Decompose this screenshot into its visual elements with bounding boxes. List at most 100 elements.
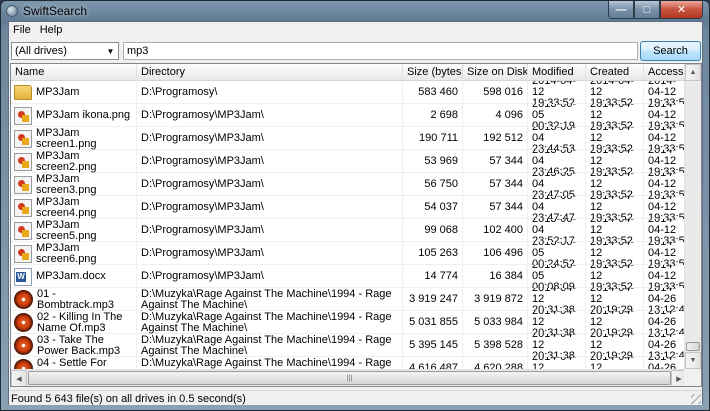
size-on-disk-cell: 5 398 528 <box>463 334 528 357</box>
search-button[interactable]: Search <box>640 41 701 61</box>
table-row[interactable]: MP3Jam D:\Programosy\ 583 460 598 016 2014-0… <box>11 81 688 104</box>
png-file-icon <box>14 198 32 217</box>
table-row[interactable]: 03 - Take The Power Back.mp3 D:\Muzyka\Ra… <box>11 334 688 357</box>
scroll-up-button[interactable]: ▲ <box>685 64 701 81</box>
size-on-disk-cell: 4 096 <box>463 104 528 127</box>
table-row[interactable]: MP3Jam.docx D:\Programosy\MP3Jam\ 14 774 16… <box>11 265 688 288</box>
accessed-cell-text: 2014-04-26 13:12:44 <box>648 288 688 311</box>
vertical-scroll-thumb[interactable] <box>686 342 700 351</box>
results-list[interactable]: Name Directory Size (bytes) Size on Disk… <box>10 63 702 387</box>
table-row[interactable]: MP3Jam screen6.png D:\Programosy\MP3Jam\ 1… <box>11 242 688 265</box>
table-row[interactable]: 02 - Killing In The Name Of.mp3 D:\Muzyka… <box>11 311 688 334</box>
menu-help[interactable]: Help <box>36 22 68 40</box>
column-header-modified[interactable]: Modified <box>528 64 586 81</box>
file-name-cell-text: MP3Jam <box>36 86 80 98</box>
accessed-cell: 2014-04-12 19:33:52 <box>644 219 688 242</box>
created-cell: 2014-04-12 20:19:29 <box>586 334 644 357</box>
created-cell: 2014-04-12 19:33:52 <box>586 173 644 196</box>
created-cell-text: 2014-04-12 19:33:52 <box>590 219 635 242</box>
maximize-button[interactable]: □ <box>634 1 660 19</box>
resize-grip-icon[interactable] <box>691 394 701 404</box>
title-bar[interactable]: SwiftSearch — □ ✕ <box>1 1 709 21</box>
scroll-down-button[interactable]: ▼ <box>685 352 701 369</box>
column-header-directory[interactable]: Directory <box>137 64 403 81</box>
modified-cell: 2013-06-04 23:44:53 <box>528 127 586 150</box>
modified-cell-text: 2013-06-04 23:46:25 <box>532 150 577 173</box>
size-cell: 54 037 <box>403 196 463 219</box>
accessed-cell: 2014-04-12 19:33:52 <box>644 242 688 265</box>
size-cell: 2 698 <box>403 104 463 127</box>
file-name-cell-text: MP3Jam screen1.png <box>36 127 97 150</box>
directory-cell: D:\Programosy\MP3Jam\ <box>137 173 403 196</box>
directory-cell-text: D:\Muzyka\Rage Against The Machine\1994 … <box>141 334 392 357</box>
modified-cell-text: 2013-06-05 00:08:09 <box>532 265 577 288</box>
size-on-disk-cell: 5 033 984 <box>463 311 528 334</box>
accessed-cell-text: 2014-04-12 19:33:52 <box>648 127 688 150</box>
size-on-disk-cell-text: 57 344 <box>489 155 523 167</box>
mp3-file-icon <box>14 313 33 332</box>
size-on-disk-cell-text: 5 033 984 <box>474 316 523 328</box>
column-header-accessed[interactable]: Accessed <box>644 64 688 81</box>
horizontal-scroll-thumb[interactable]: ||| <box>28 371 671 385</box>
modified-cell: 2013-06-05 00:32:19 <box>528 104 586 127</box>
size-cell-text: 3 919 247 <box>409 293 458 305</box>
file-name-cell: 03 - Take The Power Back.mp3 <box>11 334 137 357</box>
chevron-down-icon[interactable]: ▼ <box>103 43 118 59</box>
created-cell-text: 2014-04-12 19:33:52 <box>590 242 635 265</box>
created-cell-text: 2014-04-12 19:33:52 <box>590 81 635 104</box>
close-icon: ✕ <box>676 4 687 16</box>
directory-cell-text: D:\Programosy\MP3Jam\ <box>141 224 264 236</box>
table-row[interactable]: MP3Jam ikona.png D:\Programosy\MP3Jam\ 2 6… <box>11 104 688 127</box>
size-on-disk-cell-text: 5 398 528 <box>474 339 523 351</box>
modified-cell-text: 2013-06-04 23:44:53 <box>532 127 577 150</box>
accessed-cell: 2014-04-12 19:33:52 <box>644 150 688 173</box>
accessed-cell-text: 2014-04-12 19:33:52 <box>648 81 688 104</box>
scroll-left-button[interactable]: ◀ <box>11 370 27 386</box>
column-header-name[interactable]: Name <box>11 64 137 81</box>
size-cell: 583 460 <box>403 81 463 104</box>
created-cell: 2014-04-12 19:33:52 <box>586 81 644 104</box>
table-row[interactable]: MP3Jam screen5.png D:\Programosy\MP3Jam\ 9… <box>11 219 688 242</box>
file-name-cell: MP3Jam screen1.png <box>11 127 137 150</box>
column-header-size-on-disk[interactable]: Size on Disk <box>463 64 528 81</box>
minimize-button[interactable]: — <box>608 1 634 19</box>
table-row[interactable]: 01 - Bombtrack.mp3 D:\Muzyka\Rage Against… <box>11 288 688 311</box>
drive-select[interactable]: (All drives) ▼ <box>11 42 119 60</box>
size-on-disk-cell-text: 4 096 <box>495 109 523 121</box>
search-input[interactable] <box>123 42 638 60</box>
png-file-icon <box>14 221 32 240</box>
column-header-created[interactable]: Created <box>586 64 644 81</box>
png-file-icon <box>14 129 32 148</box>
size-cell: 3 919 247 <box>403 288 463 311</box>
status-bar: Found 5 643 file(s) on all drives in 0.5… <box>9 390 702 405</box>
size-cell-text: 5 395 145 <box>409 339 458 351</box>
table-row[interactable]: MP3Jam screen3.png D:\Programosy\MP3Jam\ 5… <box>11 173 688 196</box>
file-name-cell: MP3Jam.docx <box>11 265 137 288</box>
accessed-cell: 2014-04-12 19:33:52 <box>644 81 688 104</box>
size-cell: 53 969 <box>403 150 463 173</box>
file-name-cell-text: 03 - Take The Power Back.mp3 <box>37 334 121 357</box>
file-name-cell-text: MP3Jam.docx <box>36 270 106 282</box>
vertical-scrollbar[interactable]: ▲ ▼ <box>684 64 701 369</box>
directory-cell-text: D:\Programosy\MP3Jam\ <box>141 247 264 259</box>
chevron-left-icon: ◀ <box>16 375 22 383</box>
column-header-size[interactable]: Size (bytes) <box>403 64 463 81</box>
accessed-cell: 2014-04-12 19:33:52 <box>644 104 688 127</box>
table-row[interactable]: MP3Jam screen1.png D:\Programosy\MP3Jam\ 1… <box>11 127 688 150</box>
size-cell-text: 2 698 <box>430 109 458 121</box>
horizontal-scrollbar[interactable]: ◀ ||| ▶ <box>11 369 688 386</box>
modified-cell: 2014-04-12 19:33:52 <box>528 81 586 104</box>
created-cell: 2014-04-12 19:33:52 <box>586 219 644 242</box>
table-row[interactable]: MP3Jam screen4.png D:\Programosy\MP3Jam\ 5… <box>11 196 688 219</box>
directory-cell: D:\Muzyka\Rage Against The Machine\1994 … <box>137 311 403 334</box>
size-cell: 190 711 <box>403 127 463 150</box>
file-name-cell-text: MP3Jam screen2.png <box>36 150 97 173</box>
created-cell-text: 2014-04-12 19:33:52 <box>590 104 635 127</box>
menu-file[interactable]: File <box>9 22 36 40</box>
close-button[interactable]: ✕ <box>660 1 703 19</box>
accessed-cell-text: 2014-04-26 13:12:44 <box>648 334 688 357</box>
folder-icon <box>14 85 32 100</box>
size-cell: 5 395 145 <box>403 334 463 357</box>
table-row[interactable]: MP3Jam screen2.png D:\Programosy\MP3Jam\ 5… <box>11 150 688 173</box>
size-on-disk-cell-text: 192 512 <box>483 132 523 144</box>
